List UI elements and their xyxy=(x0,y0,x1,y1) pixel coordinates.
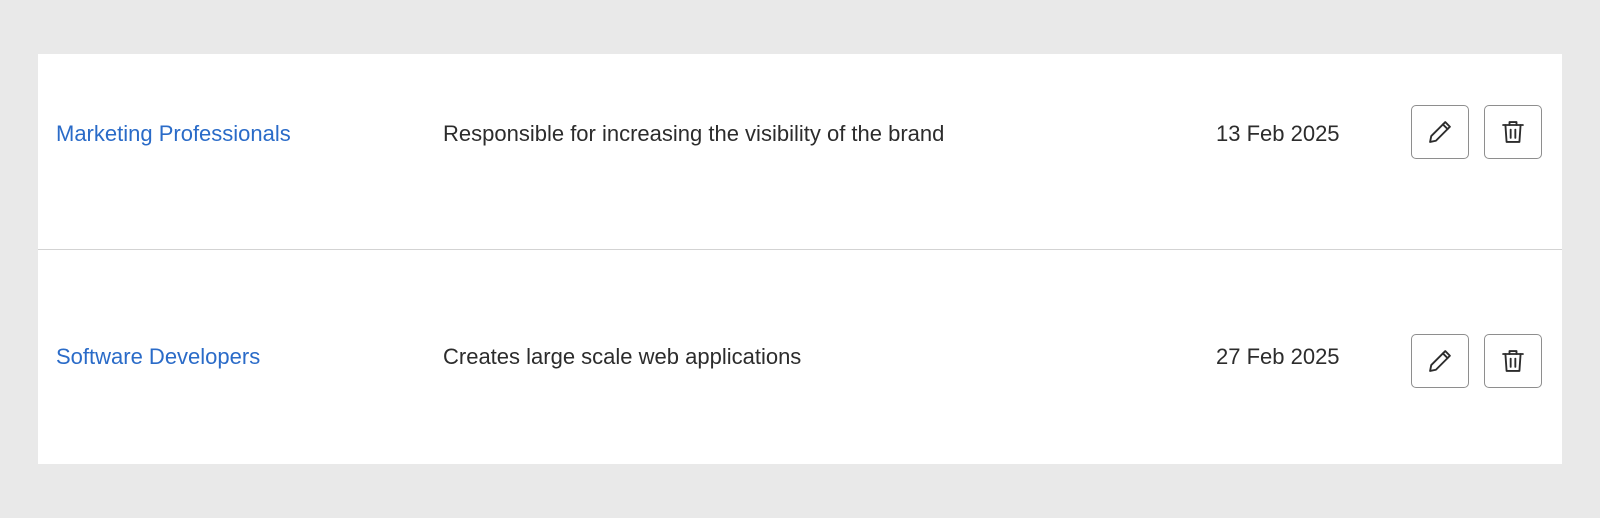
pencil-icon xyxy=(1426,347,1454,375)
edit-button[interactable] xyxy=(1411,105,1469,159)
group-date: 13 Feb 2025 xyxy=(1216,121,1340,146)
delete-button[interactable] xyxy=(1484,334,1542,388)
group-name-link[interactable]: Marketing Professionals xyxy=(56,120,291,148)
trash-icon xyxy=(1499,118,1527,146)
group-date: 27 Feb 2025 xyxy=(1216,344,1340,369)
trash-icon xyxy=(1499,347,1527,375)
group-name-link[interactable]: Software Developers xyxy=(56,343,260,371)
group-description: Creates large scale web applications xyxy=(443,344,802,369)
group-description: Responsible for increasing the visibilit… xyxy=(443,121,945,146)
groups-table: Marketing Professionals Responsible for … xyxy=(38,54,1562,464)
table-row: Software Developers Creates large scale … xyxy=(38,250,1562,464)
delete-button[interactable] xyxy=(1484,105,1542,159)
table-row: Marketing Professionals Responsible for … xyxy=(38,54,1562,250)
edit-button[interactable] xyxy=(1411,334,1469,388)
pencil-icon xyxy=(1426,118,1454,146)
